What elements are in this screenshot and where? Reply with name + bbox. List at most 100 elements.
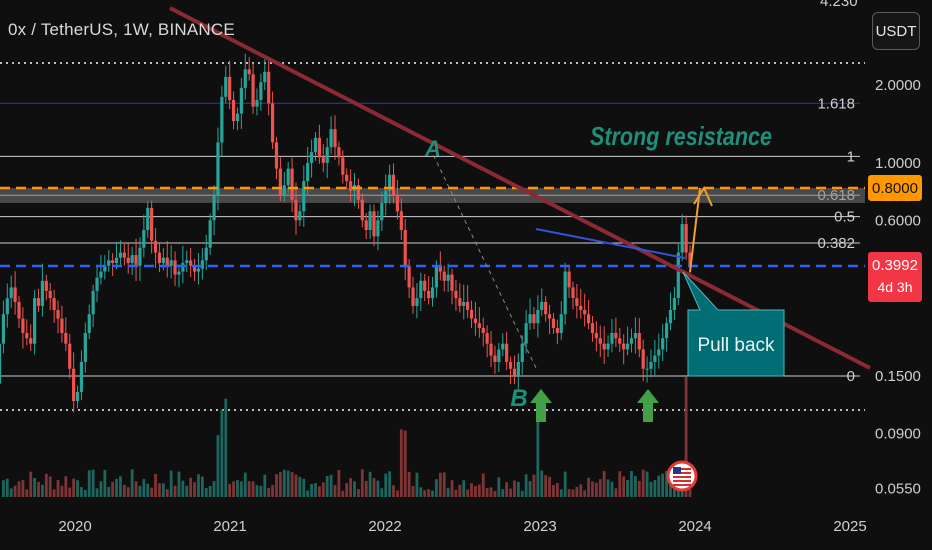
candle-body xyxy=(590,323,595,333)
candle-body xyxy=(477,323,481,328)
candle-body xyxy=(508,361,513,369)
volume-bar xyxy=(126,487,130,497)
candle-body xyxy=(40,280,45,306)
volume-bar xyxy=(493,490,497,497)
volume-bar xyxy=(52,489,56,497)
candle-body xyxy=(220,96,224,143)
candle-body xyxy=(528,314,532,324)
volume-bar xyxy=(563,471,567,497)
candle-body xyxy=(189,260,193,266)
volume-bar xyxy=(56,480,60,497)
volume-bar xyxy=(142,478,146,497)
candle-body xyxy=(364,220,368,231)
volume-bar xyxy=(528,481,532,497)
volume-bar xyxy=(489,487,493,497)
candle-body xyxy=(551,318,556,328)
candle-body xyxy=(333,129,337,148)
volume-bar xyxy=(399,429,403,497)
volume-bar xyxy=(626,480,629,497)
volume-bar xyxy=(197,474,200,497)
volume-bar xyxy=(333,485,337,497)
strong-resistance-text: Strong resistance xyxy=(590,121,772,151)
candle-body xyxy=(411,287,415,306)
candle-body xyxy=(532,314,536,324)
fib-label-0.382: 0.382 xyxy=(817,235,855,252)
price-chart[interactable]: 1.61810.6180.50.3820 2.00001.00000.60000… xyxy=(0,0,932,550)
candle-body xyxy=(208,220,212,248)
currency-button[interactable]: USDT xyxy=(872,12,920,50)
candle-body xyxy=(391,174,396,196)
candle-body xyxy=(267,71,271,104)
candle-body xyxy=(87,314,91,333)
volume-bar xyxy=(80,487,83,497)
volume-bar xyxy=(485,487,489,497)
candle-body xyxy=(200,260,204,269)
candle-body xyxy=(649,361,653,369)
candle-body xyxy=(337,147,341,158)
volume-bar xyxy=(99,481,103,497)
volume-bar xyxy=(111,481,115,497)
candle-body xyxy=(9,287,13,299)
volume-bar xyxy=(357,489,360,497)
candle-body xyxy=(349,181,353,191)
volume-bar xyxy=(29,471,33,497)
y-tick-label: 0.1500 xyxy=(875,368,921,385)
candle-body xyxy=(239,87,243,114)
x-tick-label: 2020 xyxy=(58,518,91,535)
candle-body xyxy=(118,252,123,258)
volume-bar xyxy=(275,474,278,497)
candle-body xyxy=(618,338,622,344)
candle-body xyxy=(384,190,388,203)
candle-body xyxy=(454,290,458,299)
candle-body xyxy=(423,280,427,291)
candle-body xyxy=(637,332,641,350)
candle-body xyxy=(610,332,614,344)
candle-body xyxy=(427,290,431,299)
x-tick-label: 2021 xyxy=(213,518,246,535)
candle-body xyxy=(466,301,470,310)
x-tick-label: 2024 xyxy=(678,518,711,535)
candle-body xyxy=(259,82,263,101)
volume-bar xyxy=(661,473,665,497)
candle-body xyxy=(282,185,286,196)
volume-bar xyxy=(33,478,37,497)
volume-bar xyxy=(286,470,290,497)
volume-bar xyxy=(37,481,40,497)
volume-bar xyxy=(411,485,415,497)
y-tick-label: 0.0550 xyxy=(875,481,921,498)
candle-body xyxy=(516,361,520,376)
candle-body xyxy=(122,252,126,258)
volume-bar xyxy=(466,489,470,497)
candle-body xyxy=(622,343,626,350)
candle-body xyxy=(99,271,103,278)
y-tick-label: 0.6000 xyxy=(875,212,921,229)
volume-bar xyxy=(481,473,485,497)
y-tick-label: 0.0900 xyxy=(875,425,921,442)
volume-bar xyxy=(438,472,442,497)
candle-body xyxy=(641,349,645,369)
candle-body xyxy=(231,100,236,122)
volume-bar xyxy=(474,485,477,497)
candle-body xyxy=(48,290,52,299)
candle-body xyxy=(399,211,403,231)
candle-body xyxy=(544,301,548,315)
volume-bar xyxy=(470,483,473,497)
volume-bar xyxy=(657,475,661,497)
volume-bar xyxy=(200,476,204,497)
volume-bar xyxy=(107,486,111,497)
candle-body xyxy=(345,174,349,182)
volume-bar xyxy=(446,487,450,497)
volume-bar xyxy=(364,480,368,497)
candle-body xyxy=(583,309,587,315)
fib-label-0: 0 xyxy=(847,368,855,385)
candle-body xyxy=(270,103,275,143)
candle-body xyxy=(462,301,466,306)
volume-bar xyxy=(310,483,313,497)
volume-bar xyxy=(532,474,536,497)
volume-bar xyxy=(95,488,99,497)
volume-bar xyxy=(204,488,208,497)
volume-bar xyxy=(298,476,302,497)
candle-body xyxy=(497,349,501,362)
candle-body xyxy=(294,199,298,221)
candle-body xyxy=(559,314,563,333)
